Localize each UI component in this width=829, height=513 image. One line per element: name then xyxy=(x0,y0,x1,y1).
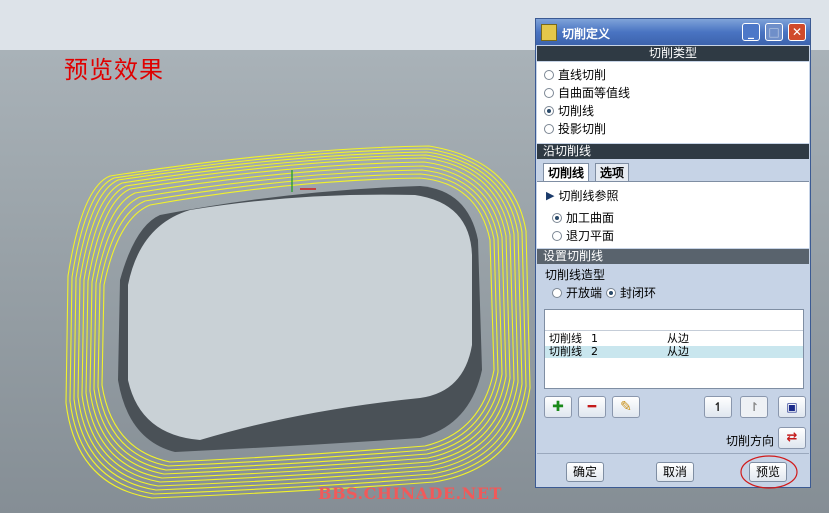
along-cut-line-header: 沿切削线 xyxy=(537,144,809,159)
tab-options[interactable]: 选项 xyxy=(595,163,630,181)
cut-type-header: 切削类型 xyxy=(537,46,809,61)
edit-cut-line-button[interactable]: ✎ xyxy=(612,396,640,418)
preview-effect-annotation: 预览效果 xyxy=(64,56,164,84)
list-header xyxy=(545,310,803,331)
radio-icon[interactable] xyxy=(544,69,554,80)
cut-type-option-cutline[interactable]: 切削线 xyxy=(544,102,594,119)
cut-definition-dialog: 切削定义 _ □ ✕ 切削类型 直线切削 自曲面等值线 切削线 投影切削 沿切削… xyxy=(535,18,811,489)
flip-arrow-disabled-icon: ↾ xyxy=(748,400,760,414)
cut-type-option-straight[interactable]: 直线切削 xyxy=(544,66,606,83)
cut-type-option-isoline[interactable]: 自曲面等值线 xyxy=(544,84,630,101)
cut-line-shape-label: 切削线造型 xyxy=(545,268,606,282)
radio-icon[interactable] xyxy=(544,87,554,98)
pencil-icon: ✎ xyxy=(620,399,632,415)
cut-line-list[interactable]: 切削线 1 从边 切削线 2 从边 xyxy=(544,309,804,389)
remove-cut-line-button[interactable]: ━ xyxy=(578,396,606,418)
ok-button[interactable]: 确定 xyxy=(566,462,604,482)
cut-direction-label: 切削方向 xyxy=(726,434,775,448)
dialog-title: 切削定义 xyxy=(562,27,611,41)
flip-arrow-icon: ↿ xyxy=(712,400,724,414)
cut-line-reference-toggle[interactable]: ▶ 切削线参照 xyxy=(546,187,618,204)
expand-arrow-icon[interactable]: ▶ xyxy=(546,189,554,202)
cut-direction-button[interactable]: ⇄ xyxy=(778,427,806,449)
reference-option-retract-plane[interactable]: 退刀平面 xyxy=(552,227,614,244)
close-button[interactable]: ✕ xyxy=(788,23,806,41)
set-cut-line-header: 设置切削线 xyxy=(537,249,809,264)
radio-selected-icon[interactable] xyxy=(544,105,554,116)
table-row[interactable]: 切削线 1 从边 xyxy=(545,333,803,345)
minus-icon: ━ xyxy=(587,399,597,415)
radio-selected-icon[interactable] xyxy=(552,212,562,223)
app-icon xyxy=(541,24,557,41)
flip-direction-disabled-button[interactable]: ↾ xyxy=(740,396,768,418)
table-row-selected[interactable]: 切削线 2 从边 xyxy=(545,346,803,358)
cursor-select-icon: ▣ xyxy=(786,400,798,414)
flip-direction-button[interactable]: ↿ xyxy=(704,396,732,418)
watermark: BBS.CHINADE.NET xyxy=(318,484,502,503)
radio-icon[interactable] xyxy=(552,230,562,241)
dialog-titlebar[interactable]: 切削定义 _ □ ✕ xyxy=(536,19,810,45)
select-cut-line-button[interactable]: ▣ xyxy=(778,396,806,418)
maximize-button[interactable]: □ xyxy=(765,23,783,41)
tab-cut-line[interactable]: 切削线 xyxy=(543,163,590,181)
cancel-button[interactable]: 取消 xyxy=(656,462,694,482)
tab-strip: 切削线 选项 xyxy=(537,160,809,182)
preview-highlight-circle xyxy=(740,455,798,489)
radio-icon[interactable] xyxy=(552,287,562,298)
radio-selected-icon[interactable] xyxy=(606,287,616,298)
reference-option-machining-surface[interactable]: 加工曲面 xyxy=(552,209,614,226)
minimize-button[interactable]: _ xyxy=(742,23,760,41)
add-cut-line-button[interactable]: ✚ xyxy=(544,396,572,418)
radio-icon[interactable] xyxy=(544,123,554,134)
shape-option-closed-loop[interactable]: 封闭环 xyxy=(606,284,656,301)
plus-icon: ✚ xyxy=(552,399,564,415)
cut-type-option-projection[interactable]: 投影切削 xyxy=(544,120,606,137)
shape-option-open-end[interactable]: 开放端 xyxy=(552,284,602,301)
direction-arrow-icon: ⇄ xyxy=(786,430,798,445)
